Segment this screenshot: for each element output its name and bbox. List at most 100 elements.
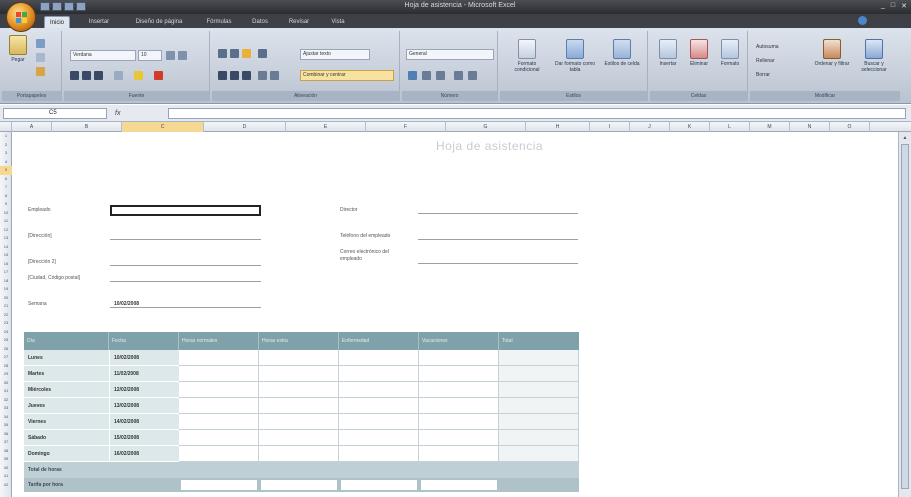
hours-cell[interactable] <box>259 446 339 462</box>
hours-cell[interactable] <box>419 382 499 398</box>
office-button[interactable] <box>6 2 36 32</box>
scroll-thumb[interactable] <box>901 144 909 489</box>
hours-cell[interactable] <box>419 414 499 430</box>
hours-cell[interactable] <box>179 414 259 430</box>
column-header-h[interactable]: H <box>526 122 590 132</box>
tab-formulas[interactable]: Fórmulas <box>202 16 236 28</box>
hours-cell[interactable] <box>419 366 499 382</box>
rate-sick-cell[interactable] <box>341 480 417 490</box>
vertical-scrollbar[interactable]: ▲ <box>898 132 911 497</box>
hours-cell[interactable] <box>499 366 579 382</box>
column-header-k[interactable]: K <box>670 122 710 132</box>
align-right-icon[interactable] <box>242 71 251 80</box>
row-header[interactable]: 13 <box>0 234 12 243</box>
email-field[interactable] <box>418 263 578 264</box>
hours-cell[interactable] <box>499 430 579 446</box>
row-header[interactable]: 33 <box>0 404 12 413</box>
row-header[interactable]: 27 <box>0 353 12 362</box>
increase-font-icon[interactable] <box>166 51 175 60</box>
manager-field[interactable] <box>418 213 578 214</box>
help-icon[interactable] <box>858 16 867 25</box>
row-header[interactable]: 5 <box>0 166 12 175</box>
orientation-icon[interactable] <box>258 49 267 58</box>
hours-cell[interactable] <box>179 430 259 446</box>
percent-icon[interactable] <box>422 71 431 80</box>
row-header[interactable]: 9 <box>0 200 12 209</box>
row-header[interactable]: 11 <box>0 217 12 226</box>
undo-icon[interactable] <box>52 2 62 11</box>
date-cell[interactable]: 15/02/2008 <box>109 430 179 446</box>
sort-filter-button[interactable]: Ordenar y filtrar <box>814 37 850 81</box>
customize-qat-icon[interactable] <box>76 2 86 11</box>
hours-cell[interactable] <box>499 382 579 398</box>
align-center-icon[interactable] <box>230 71 239 80</box>
row-header[interactable]: 17 <box>0 268 12 277</box>
hours-cell[interactable] <box>259 414 339 430</box>
row-header[interactable]: 7 <box>0 183 12 192</box>
copy-icon[interactable] <box>36 53 45 62</box>
name-box[interactable]: C5 <box>3 108 107 119</box>
date-cell[interactable]: 11/02/2008 <box>109 366 179 382</box>
row-header[interactable]: 42 <box>0 481 12 490</box>
increase-decimal-icon[interactable] <box>454 71 463 80</box>
align-middle-icon[interactable] <box>230 49 239 58</box>
hours-cell[interactable] <box>179 366 259 382</box>
hours-cell[interactable] <box>339 430 419 446</box>
fill-color-icon[interactable] <box>134 71 143 80</box>
bold-icon[interactable] <box>70 71 79 80</box>
tab-vista[interactable]: Vista <box>326 16 350 28</box>
hours-cell[interactable] <box>179 398 259 414</box>
active-cell-employee[interactable] <box>110 205 261 216</box>
align-left-icon[interactable] <box>218 71 227 80</box>
hours-cell[interactable] <box>179 382 259 398</box>
insert-cells-button[interactable]: Insertar <box>654 37 682 81</box>
decrease-decimal-icon[interactable] <box>468 71 477 80</box>
conditional-format-button[interactable]: Formato condicional <box>506 37 548 81</box>
rate-overtime-cell[interactable] <box>261 480 337 490</box>
hours-cell[interactable] <box>499 398 579 414</box>
align-top-icon[interactable] <box>218 49 227 58</box>
rate-regular-cell[interactable] <box>181 480 257 490</box>
hours-cell[interactable] <box>339 446 419 462</box>
row-header[interactable]: 23 <box>0 319 12 328</box>
row-header[interactable]: 35 <box>0 421 12 430</box>
column-header-b[interactable]: B <box>52 122 122 132</box>
date-cell[interactable]: 13/02/2008 <box>109 398 179 414</box>
row-header[interactable]: 22 <box>0 311 12 320</box>
format-cells-button[interactable]: Formato <box>716 37 744 81</box>
row-header[interactable]: 18 <box>0 277 12 286</box>
row-header[interactable]: 39 <box>0 455 12 464</box>
row-header[interactable]: 1 <box>0 132 12 141</box>
date-cell[interactable]: 14/02/2008 <box>109 414 179 430</box>
city-field[interactable] <box>110 281 261 282</box>
day-cell[interactable]: Domingo <box>24 446 109 462</box>
hours-cell[interactable] <box>179 446 259 462</box>
row-header[interactable]: 8 <box>0 192 12 201</box>
fill-button[interactable]: Rellenar <box>754 57 806 68</box>
hours-cell[interactable] <box>499 446 579 462</box>
currency-icon[interactable] <box>408 71 417 80</box>
merge-center-button[interactable]: Combinar y centrar <box>300 70 394 81</box>
column-header-e[interactable]: E <box>286 122 366 132</box>
column-header-m[interactable]: M <box>750 122 790 132</box>
save-icon[interactable] <box>40 2 50 11</box>
maximize-button[interactable]: □ <box>891 2 895 10</box>
tab-insertar[interactable]: Insertar <box>82 16 116 28</box>
day-cell[interactable]: Miércoles <box>24 382 109 398</box>
redo-icon[interactable] <box>64 2 74 11</box>
increase-indent-icon[interactable] <box>270 71 279 80</box>
close-button[interactable]: ✕ <box>901 2 907 10</box>
hours-cell[interactable] <box>419 446 499 462</box>
date-cell[interactable]: 16/02/2008 <box>109 446 179 462</box>
row-header[interactable]: 3 <box>0 149 12 158</box>
hours-cell[interactable] <box>419 398 499 414</box>
delete-cells-button[interactable]: Eliminar <box>684 37 714 81</box>
clear-button[interactable]: Borrar <box>754 71 806 82</box>
row-header[interactable]: 37 <box>0 438 12 447</box>
hours-cell[interactable] <box>179 350 259 366</box>
day-cell[interactable]: Lunes <box>24 350 109 366</box>
row-header[interactable]: 40 <box>0 464 12 473</box>
row-header[interactable]: 32 <box>0 396 12 405</box>
font-color-icon[interactable] <box>154 71 163 80</box>
borders-icon[interactable] <box>114 71 123 80</box>
